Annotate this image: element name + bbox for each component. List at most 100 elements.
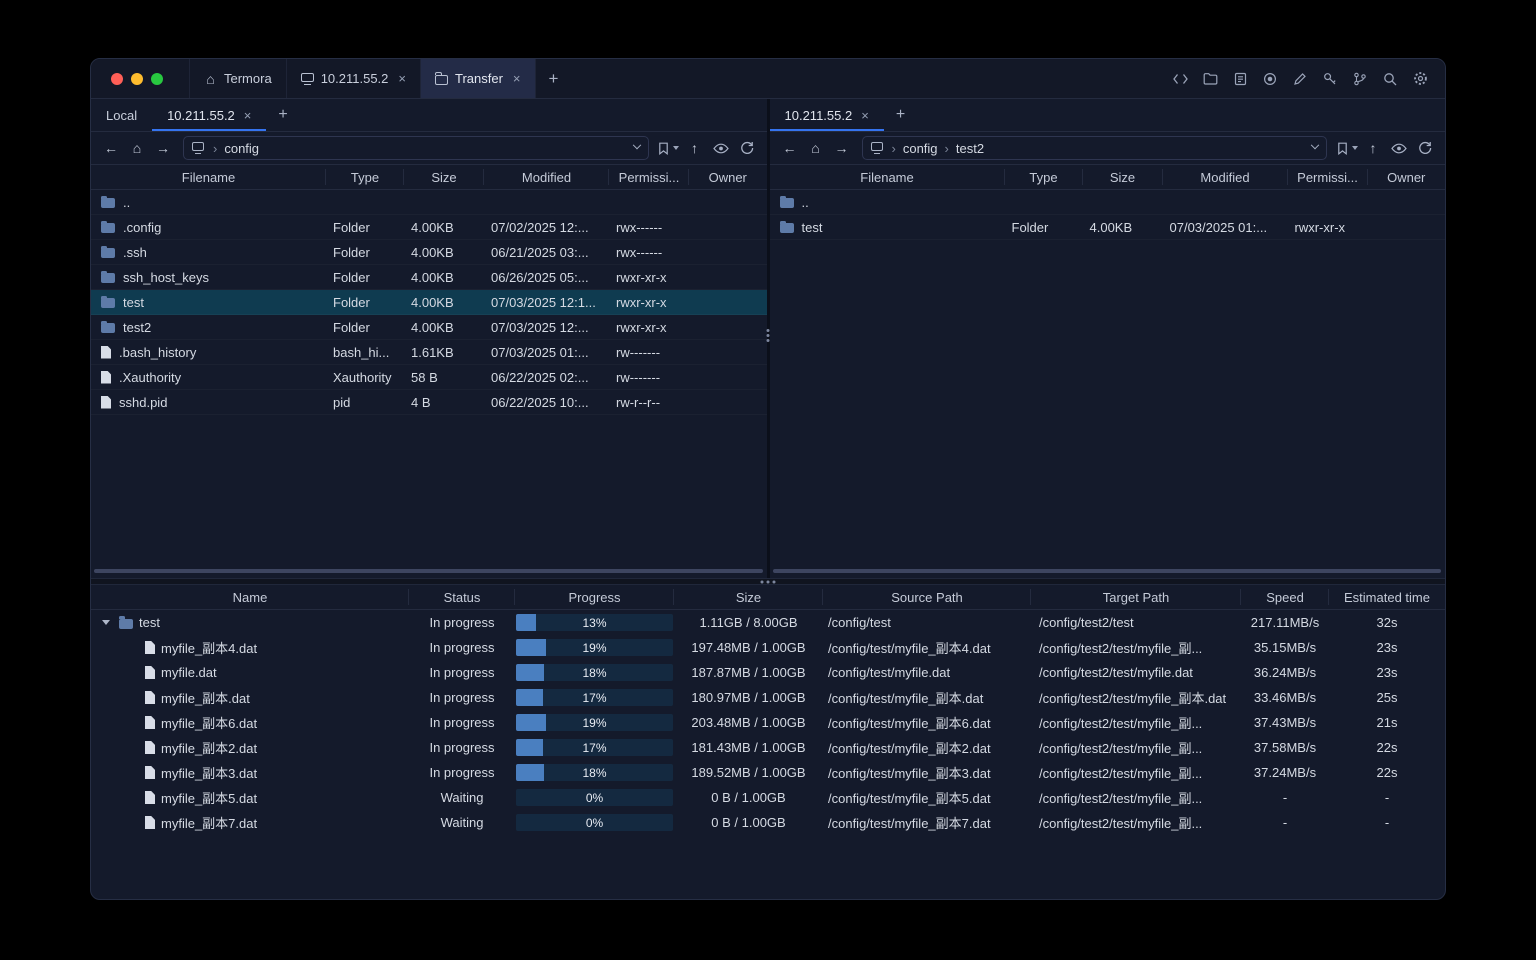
tab-close-icon[interactable] xyxy=(398,72,406,85)
transfer-row[interactable]: myfile_副本2.dat In progress 17% 181.43MB … xyxy=(91,735,1445,760)
column-header[interactable]: Modified xyxy=(1163,165,1288,189)
transfer-row[interactable]: myfile.dat In progress 18% 187.87MB / 1.… xyxy=(91,660,1445,685)
horizontal-scrollbar[interactable] xyxy=(94,569,763,573)
panel-tab[interactable]: 10.211.55.2 xyxy=(769,99,885,131)
transfer-size: 189.52MB / 1.00GB xyxy=(691,765,806,780)
panel-new-tab-button[interactable]: + xyxy=(884,99,917,131)
transfer-column-header[interactable]: Size xyxy=(674,585,823,609)
chevron-down-icon[interactable] xyxy=(632,140,641,150)
column-header[interactable]: Modified xyxy=(484,165,609,189)
search-icon[interactable] xyxy=(1377,66,1403,92)
upload-button[interactable]: ↑ xyxy=(1361,137,1385,159)
edit-icon[interactable] xyxy=(1287,66,1313,92)
disclosure-triangle-icon[interactable] xyxy=(99,616,113,630)
titlebar-tab[interactable]: 10.211.55.2 xyxy=(287,59,421,98)
transfer-row[interactable]: myfile_副本7.dat Waiting 0% 0 B / 1.00GB /… xyxy=(91,810,1445,835)
show-hidden-eye-icon[interactable] xyxy=(709,137,733,159)
horizontal-splitter[interactable] xyxy=(91,578,1445,585)
file-row[interactable]: test Folder 4.00KB 07/03/2025 12:1... rw… xyxy=(91,290,767,315)
breadcrumb-segment[interactable]: config xyxy=(885,141,938,156)
key-icon[interactable] xyxy=(1317,66,1343,92)
column-header[interactable]: Type xyxy=(1005,165,1083,189)
transfer-column-header[interactable]: Estimated time xyxy=(1329,585,1445,609)
column-header[interactable]: Size xyxy=(1083,165,1163,189)
bookmark-button[interactable] xyxy=(1335,137,1359,159)
panel-new-tab-button[interactable]: + xyxy=(266,99,299,131)
column-header[interactable]: Owner xyxy=(1368,165,1446,189)
log-icon[interactable] xyxy=(1227,66,1253,92)
column-header[interactable]: Permissi... xyxy=(1288,165,1368,189)
panel-tab[interactable]: Local xyxy=(91,99,152,131)
titlebar-tab[interactable]: Transfer xyxy=(421,59,536,98)
path-bar[interactable]: configtest2 xyxy=(861,136,1327,160)
transfer-column-header[interactable]: Name xyxy=(91,585,409,609)
file-row[interactable]: .bash_history bash_hi... 1.61KB 07/03/20… xyxy=(91,340,767,365)
column-header[interactable]: Filename xyxy=(770,165,1005,189)
home-button[interactable]: ⌂ xyxy=(804,137,828,159)
file-row[interactable]: ssh_host_keys Folder 4.00KB 06/26/2025 0… xyxy=(91,265,767,290)
transfer-column-header[interactable]: Speed xyxy=(1241,585,1329,609)
refresh-button[interactable] xyxy=(735,137,759,159)
forward-button[interactable]: → xyxy=(830,137,854,159)
column-header[interactable]: Permissi... xyxy=(609,165,689,189)
close-window-button[interactable] xyxy=(111,72,123,85)
file-name-cell: sshd.pid xyxy=(91,395,326,410)
file-type-icon xyxy=(101,395,111,409)
transfer-row[interactable]: test In progress 13% 1.11GB / 8.00GB /co… xyxy=(91,610,1445,635)
estimated-time: 21s xyxy=(1376,715,1398,730)
file-row[interactable]: .Xauthority Xauthority 58 B 06/22/2025 0… xyxy=(91,365,767,390)
panel-tab[interactable]: 10.211.55.2 xyxy=(152,99,267,131)
panel-tab-label: Local xyxy=(106,107,138,123)
transfer-row[interactable]: myfile_副本.dat In progress 17% 180.97MB /… xyxy=(91,685,1445,710)
file-row[interactable]: test Folder 4.00KB 07/03/2025 01:... rwx… xyxy=(770,215,1446,240)
transfer-row[interactable]: myfile_副本4.dat In progress 19% 197.48MB … xyxy=(91,635,1445,660)
transfer-column-header[interactable]: Status xyxy=(409,585,515,609)
chevron-down-icon[interactable] xyxy=(1310,140,1320,150)
column-header[interactable]: Size xyxy=(404,165,484,189)
tab-close-icon[interactable] xyxy=(513,72,521,85)
file-row[interactable]: .config Folder 4.00KB 07/02/2025 12:... … xyxy=(91,215,767,240)
file-name: .. xyxy=(123,194,131,210)
panel-tab-close-icon[interactable] xyxy=(861,109,869,122)
back-button[interactable]: ← xyxy=(778,137,802,159)
file-row[interactable]: .. xyxy=(91,190,767,215)
file-table-header: Filename Type Size Modified Permissi... Owner xyxy=(91,164,767,190)
settings-gear-icon[interactable] xyxy=(1407,66,1433,92)
show-hidden-eye-icon[interactable] xyxy=(1387,137,1411,159)
column-header[interactable]: Type xyxy=(326,165,404,189)
branch-icon[interactable] xyxy=(1347,66,1373,92)
file-row[interactable]: test2 Folder 4.00KB 07/03/2025 12:... rw… xyxy=(91,315,767,340)
transfer-row[interactable]: myfile_副本5.dat Waiting 0% 0 B / 1.00GB /… xyxy=(91,785,1445,810)
record-icon[interactable] xyxy=(1257,66,1283,92)
column-header[interactable]: Owner xyxy=(689,165,767,189)
breadcrumb-segment[interactable]: config xyxy=(206,141,259,156)
transfer-column-header[interactable]: Target Path xyxy=(1031,585,1241,609)
transfer-row[interactable]: myfile_副本3.dat In progress 18% 189.52MB … xyxy=(91,760,1445,785)
file-name-cell: .bash_history xyxy=(91,345,326,360)
minimize-window-button[interactable] xyxy=(131,72,143,85)
zoom-window-button[interactable] xyxy=(151,72,163,85)
folder-icon[interactable] xyxy=(1197,66,1223,92)
transfer-column-header[interactable]: Source Path xyxy=(823,585,1031,609)
titlebar-tab[interactable]: Termora xyxy=(190,59,287,98)
splitter-handle[interactable] xyxy=(760,580,776,583)
bookmark-button[interactable] xyxy=(657,137,681,159)
transfer-row[interactable]: myfile_副本6.dat In progress 19% 203.48MB … xyxy=(91,710,1445,735)
file-row[interactable]: .. xyxy=(770,190,1446,215)
transfer-speed: - xyxy=(1282,790,1288,805)
forward-button[interactable]: → xyxy=(151,137,175,159)
transfer-column-header[interactable]: Progress xyxy=(515,585,674,609)
new-tab-button[interactable]: + xyxy=(536,59,572,98)
path-bar[interactable]: config xyxy=(183,136,649,160)
panel-tab-close-icon[interactable] xyxy=(244,109,252,122)
horizontal-scrollbar[interactable] xyxy=(772,569,1441,573)
home-button[interactable]: ⌂ xyxy=(125,137,149,159)
file-row[interactable]: .ssh Folder 4.00KB 06/21/2025 03:... rwx… xyxy=(91,240,767,265)
breadcrumb-segment[interactable]: test2 xyxy=(938,141,984,156)
file-row[interactable]: sshd.pid pid 4 B 06/22/2025 10:... rw-r-… xyxy=(91,390,767,415)
upload-button[interactable]: ↑ xyxy=(683,137,707,159)
code-icon[interactable] xyxy=(1167,66,1193,92)
back-button[interactable]: ← xyxy=(99,137,123,159)
refresh-button[interactable] xyxy=(1413,137,1437,159)
column-header[interactable]: Filename xyxy=(91,165,326,189)
